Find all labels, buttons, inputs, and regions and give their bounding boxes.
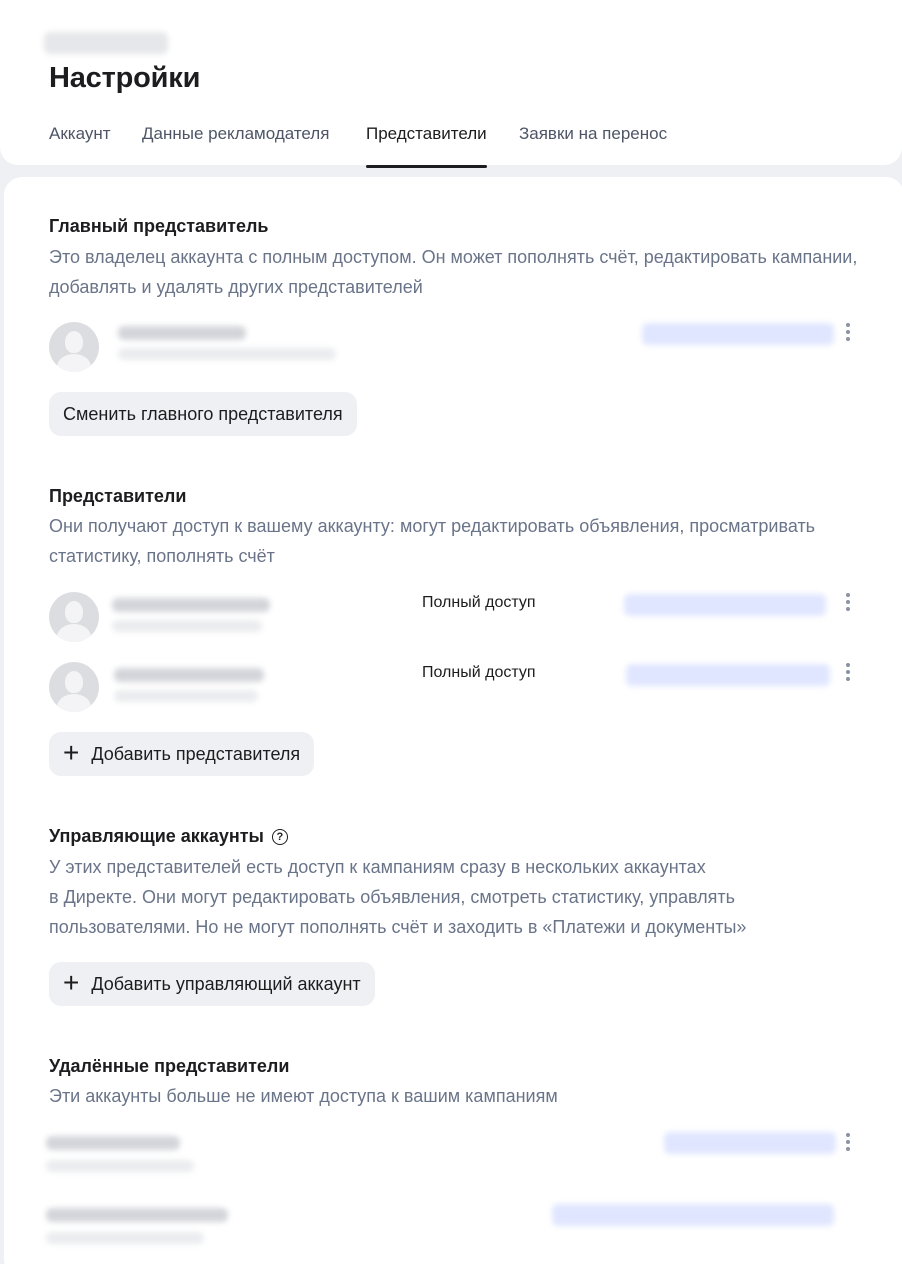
- help-icon[interactable]: ?: [271, 829, 288, 845]
- rep-name: [114, 668, 264, 682]
- breadcrumb[interactable]: [44, 32, 168, 54]
- managers-title: Управляющие аккаунты?: [49, 826, 288, 847]
- more-vertical-icon[interactable]: [838, 1130, 858, 1154]
- deleted-rep-email: [552, 1204, 834, 1226]
- add-manager-label: Добавить управляющий аккаунт: [91, 973, 361, 994]
- add-manager-button[interactable]: + Добавить управляющий аккаунт: [49, 962, 375, 1006]
- rep-login: [114, 690, 258, 702]
- deleted-rep-login: [46, 1160, 194, 1172]
- add-rep-button[interactable]: + Добавить представителя: [49, 732, 315, 776]
- main-rep-description: Это владелец аккаунта с полным доступом.…: [49, 247, 858, 297]
- tab-representatives[interactable]: Представители: [366, 124, 487, 168]
- more-vertical-icon[interactable]: [838, 320, 858, 344]
- more-vertical-icon[interactable]: [838, 590, 858, 614]
- main-rep-name: [118, 326, 246, 340]
- main-rep-title: Главный представитель: [49, 216, 269, 236]
- deleted-description: Эти аккаунты больше не имеют доступа к в…: [49, 1086, 558, 1106]
- managers-description: У этих представителей есть доступ к камп…: [49, 852, 869, 942]
- rep-access-level: Полный доступ: [422, 594, 536, 611]
- plus-icon: +: [63, 736, 80, 768]
- rep-login: [112, 620, 262, 632]
- deleted-rep-name: [46, 1208, 228, 1222]
- rep-name: [112, 598, 270, 612]
- managers-title-text: Управляющие аккаунты: [49, 826, 264, 846]
- tab-account[interactable]: Аккаунт: [49, 124, 111, 168]
- reps-description: Они получают доступ к вашему аккаунту: м…: [49, 516, 816, 566]
- rep-email: [624, 594, 826, 616]
- tab-advertiser-data[interactable]: Данные рекламодателя: [142, 124, 329, 168]
- tab-transfer-requests[interactable]: Заявки на перенос: [519, 124, 667, 168]
- main-rep-login: [118, 348, 336, 360]
- user-avatar-icon: [49, 592, 99, 642]
- managers-desc-line: пользователями. Но не могут пополнять сч…: [49, 917, 747, 937]
- reps-title: Представители: [49, 486, 187, 506]
- managers-desc-line: в Директе. Они могут редактировать объяв…: [49, 887, 736, 907]
- deleted-title: Удалённые представители: [49, 1056, 290, 1076]
- user-avatar-icon: [49, 662, 99, 712]
- deleted-rep-name: [46, 1136, 180, 1150]
- page-title: Настройки: [49, 62, 201, 94]
- managers-desc-line: У этих представителей есть доступ к камп…: [49, 857, 706, 877]
- deleted-rep-login: [46, 1232, 204, 1244]
- rep-access-level: Полный доступ: [422, 664, 536, 681]
- change-main-rep-button[interactable]: Сменить главного представителя: [49, 392, 357, 436]
- add-rep-label: Добавить представителя: [91, 743, 301, 764]
- plus-icon: +: [63, 966, 80, 998]
- page-header: Настройки Аккаунт Данные рекламодателя П…: [0, 0, 902, 168]
- main-rep-email: [642, 323, 834, 345]
- change-main-rep-label: Сменить главного представителя: [63, 403, 343, 424]
- deleted-rep-email: [664, 1132, 836, 1154]
- more-vertical-icon[interactable]: [838, 660, 858, 684]
- rep-email: [626, 664, 830, 686]
- user-avatar-icon: [49, 322, 99, 372]
